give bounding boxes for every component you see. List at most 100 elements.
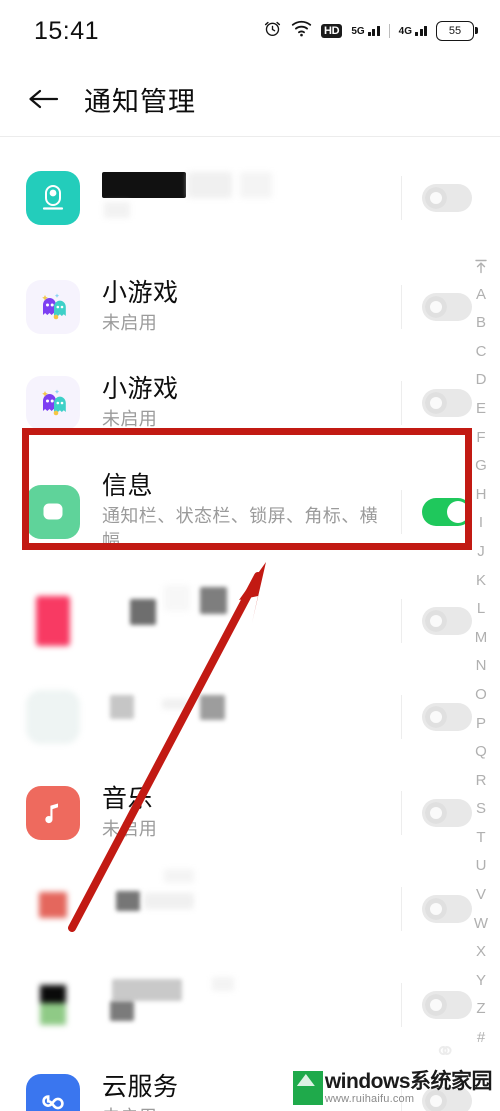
index-letter-q[interactable]: Q [475, 738, 487, 767]
index-letter-i[interactable]: I [479, 509, 483, 538]
notification-toggle[interactable] [422, 991, 472, 1019]
app-icon [26, 978, 80, 1032]
redacted-title [102, 977, 391, 1021]
back-arrow-icon[interactable] [26, 81, 62, 117]
redacted-title [102, 693, 391, 723]
hd-volte-icon: HD [321, 24, 343, 38]
mini-games-icon [26, 376, 80, 430]
list-item-messages[interactable]: 信息 通知栏、状态栏、锁屏、角标、横幅 [0, 451, 500, 573]
notification-toggle[interactable] [422, 293, 472, 321]
list-item-text [102, 585, 401, 647]
index-letter-c[interactable]: C [476, 338, 487, 367]
list-item-text [102, 170, 401, 226]
list-item-text: 信息 通知栏、状态栏、锁屏、角标、横幅 [102, 471, 401, 554]
redacted-title [102, 869, 391, 915]
index-letter-o[interactable]: O [475, 681, 487, 710]
battery-icon: 55 [436, 21, 478, 41]
list-item[interactable] [0, 573, 500, 669]
index-letter-v[interactable]: V [476, 881, 486, 910]
index-letter-g[interactable]: G [475, 452, 487, 481]
status-bar: 15:41 HD 5G 4G 55 [0, 0, 500, 62]
notification-toggle[interactable] [422, 607, 472, 635]
index-letter-d[interactable]: D [476, 366, 487, 395]
index-letter-m[interactable]: M [475, 624, 488, 653]
row-divider [401, 599, 402, 643]
index-letter-e[interactable]: E [476, 395, 486, 424]
status-bar-icons: HD 5G 4G 55 [263, 19, 478, 43]
index-letter-k[interactable]: K [476, 567, 486, 596]
index-letter-b[interactable]: B [476, 309, 486, 338]
watermark-ghost-mark: ⚭ [434, 1036, 456, 1066]
notification-toggle[interactable] [422, 184, 472, 212]
redacted-title [102, 170, 391, 200]
redacted-subtitle [102, 915, 391, 933]
signal-bars [415, 26, 427, 36]
list-item[interactable] [0, 137, 500, 259]
list-item-text: 小游戏 未启用 [102, 278, 401, 336]
4g-signal-icon: 4G [399, 26, 427, 37]
index-letter-j[interactable]: J [477, 538, 485, 567]
list-item[interactable]: 音乐 未启用 [0, 765, 500, 861]
cloud-service-icon [26, 1074, 80, 1111]
list-item-control [401, 599, 472, 643]
list-item[interactable]: 云服务 未启用 [0, 1053, 500, 1111]
index-letter-z[interactable]: Z [476, 995, 485, 1024]
index-letter-n[interactable]: N [476, 652, 487, 681]
index-letter-l[interactable]: L [477, 595, 485, 624]
index-letter-h[interactable]: H [476, 481, 487, 510]
redacted-subtitle [102, 723, 391, 741]
list-item-text [102, 869, 401, 933]
redacted-subtitle [102, 200, 391, 226]
index-letter-y[interactable]: Y [476, 967, 486, 996]
index-letter-s[interactable]: S [476, 795, 486, 824]
notification-toggle[interactable] [422, 498, 472, 526]
list-item-control [401, 695, 472, 739]
notification-toggle[interactable] [422, 1087, 472, 1111]
app-name: 云服务 [102, 1073, 179, 1101]
list-item-control [401, 887, 472, 931]
app-bar: 通知管理 [0, 62, 500, 136]
app-status: 未启用 [102, 409, 158, 429]
app-name: 信息 [102, 471, 154, 500]
list-item-control [401, 1079, 472, 1111]
list-item[interactable] [0, 669, 500, 765]
notification-toggle[interactable] [422, 799, 472, 827]
index-letter-f[interactable]: F [476, 424, 485, 453]
index-letter-x[interactable]: X [476, 938, 486, 967]
messages-icon [26, 485, 80, 539]
index-letter-t[interactable]: T [476, 824, 485, 853]
app-name: 音乐 [102, 785, 154, 813]
index-letter-hash[interactable]: # [477, 1024, 485, 1053]
row-divider [401, 490, 402, 534]
app-icon [26, 594, 80, 648]
5g-signal-icon: 5G [351, 26, 380, 37]
app-status: 未启用 [102, 1105, 382, 1111]
index-letter-w[interactable]: W [474, 910, 488, 939]
list-item[interactable] [0, 957, 500, 1053]
list-item[interactable]: 小游戏 未启用 [0, 355, 500, 451]
list-item-control [401, 490, 472, 534]
row-divider [401, 1079, 402, 1111]
notification-toggle[interactable] [422, 895, 472, 923]
index-letter-u[interactable]: U [476, 852, 487, 881]
scroll-to-top-icon[interactable] [474, 252, 488, 281]
list-item[interactable]: 小游戏 未启用 [0, 259, 500, 355]
index-letter-r[interactable]: R [476, 767, 487, 796]
list-item[interactable] [0, 861, 500, 957]
notification-toggle[interactable] [422, 703, 472, 731]
row-divider [401, 983, 402, 1027]
camera-app-icon [26, 171, 80, 225]
row-divider [401, 887, 402, 931]
redacted-subtitle [102, 1013, 391, 1031]
alarm-icon [263, 19, 282, 43]
list-item-text [102, 977, 401, 1031]
5g-label: 5G [351, 26, 365, 37]
notification-toggle[interactable] [422, 389, 472, 417]
alphabet-index[interactable]: A B C D E F G H I J K L M N O P Q R S T … [468, 252, 494, 1053]
index-letter-p[interactable]: P [476, 710, 486, 739]
wifi-icon [291, 20, 312, 42]
status-bar-clock: 15:41 [34, 16, 100, 45]
list-item-control [401, 285, 472, 329]
app-status: 未启用 [102, 313, 158, 333]
index-letter-a[interactable]: A [476, 281, 486, 310]
